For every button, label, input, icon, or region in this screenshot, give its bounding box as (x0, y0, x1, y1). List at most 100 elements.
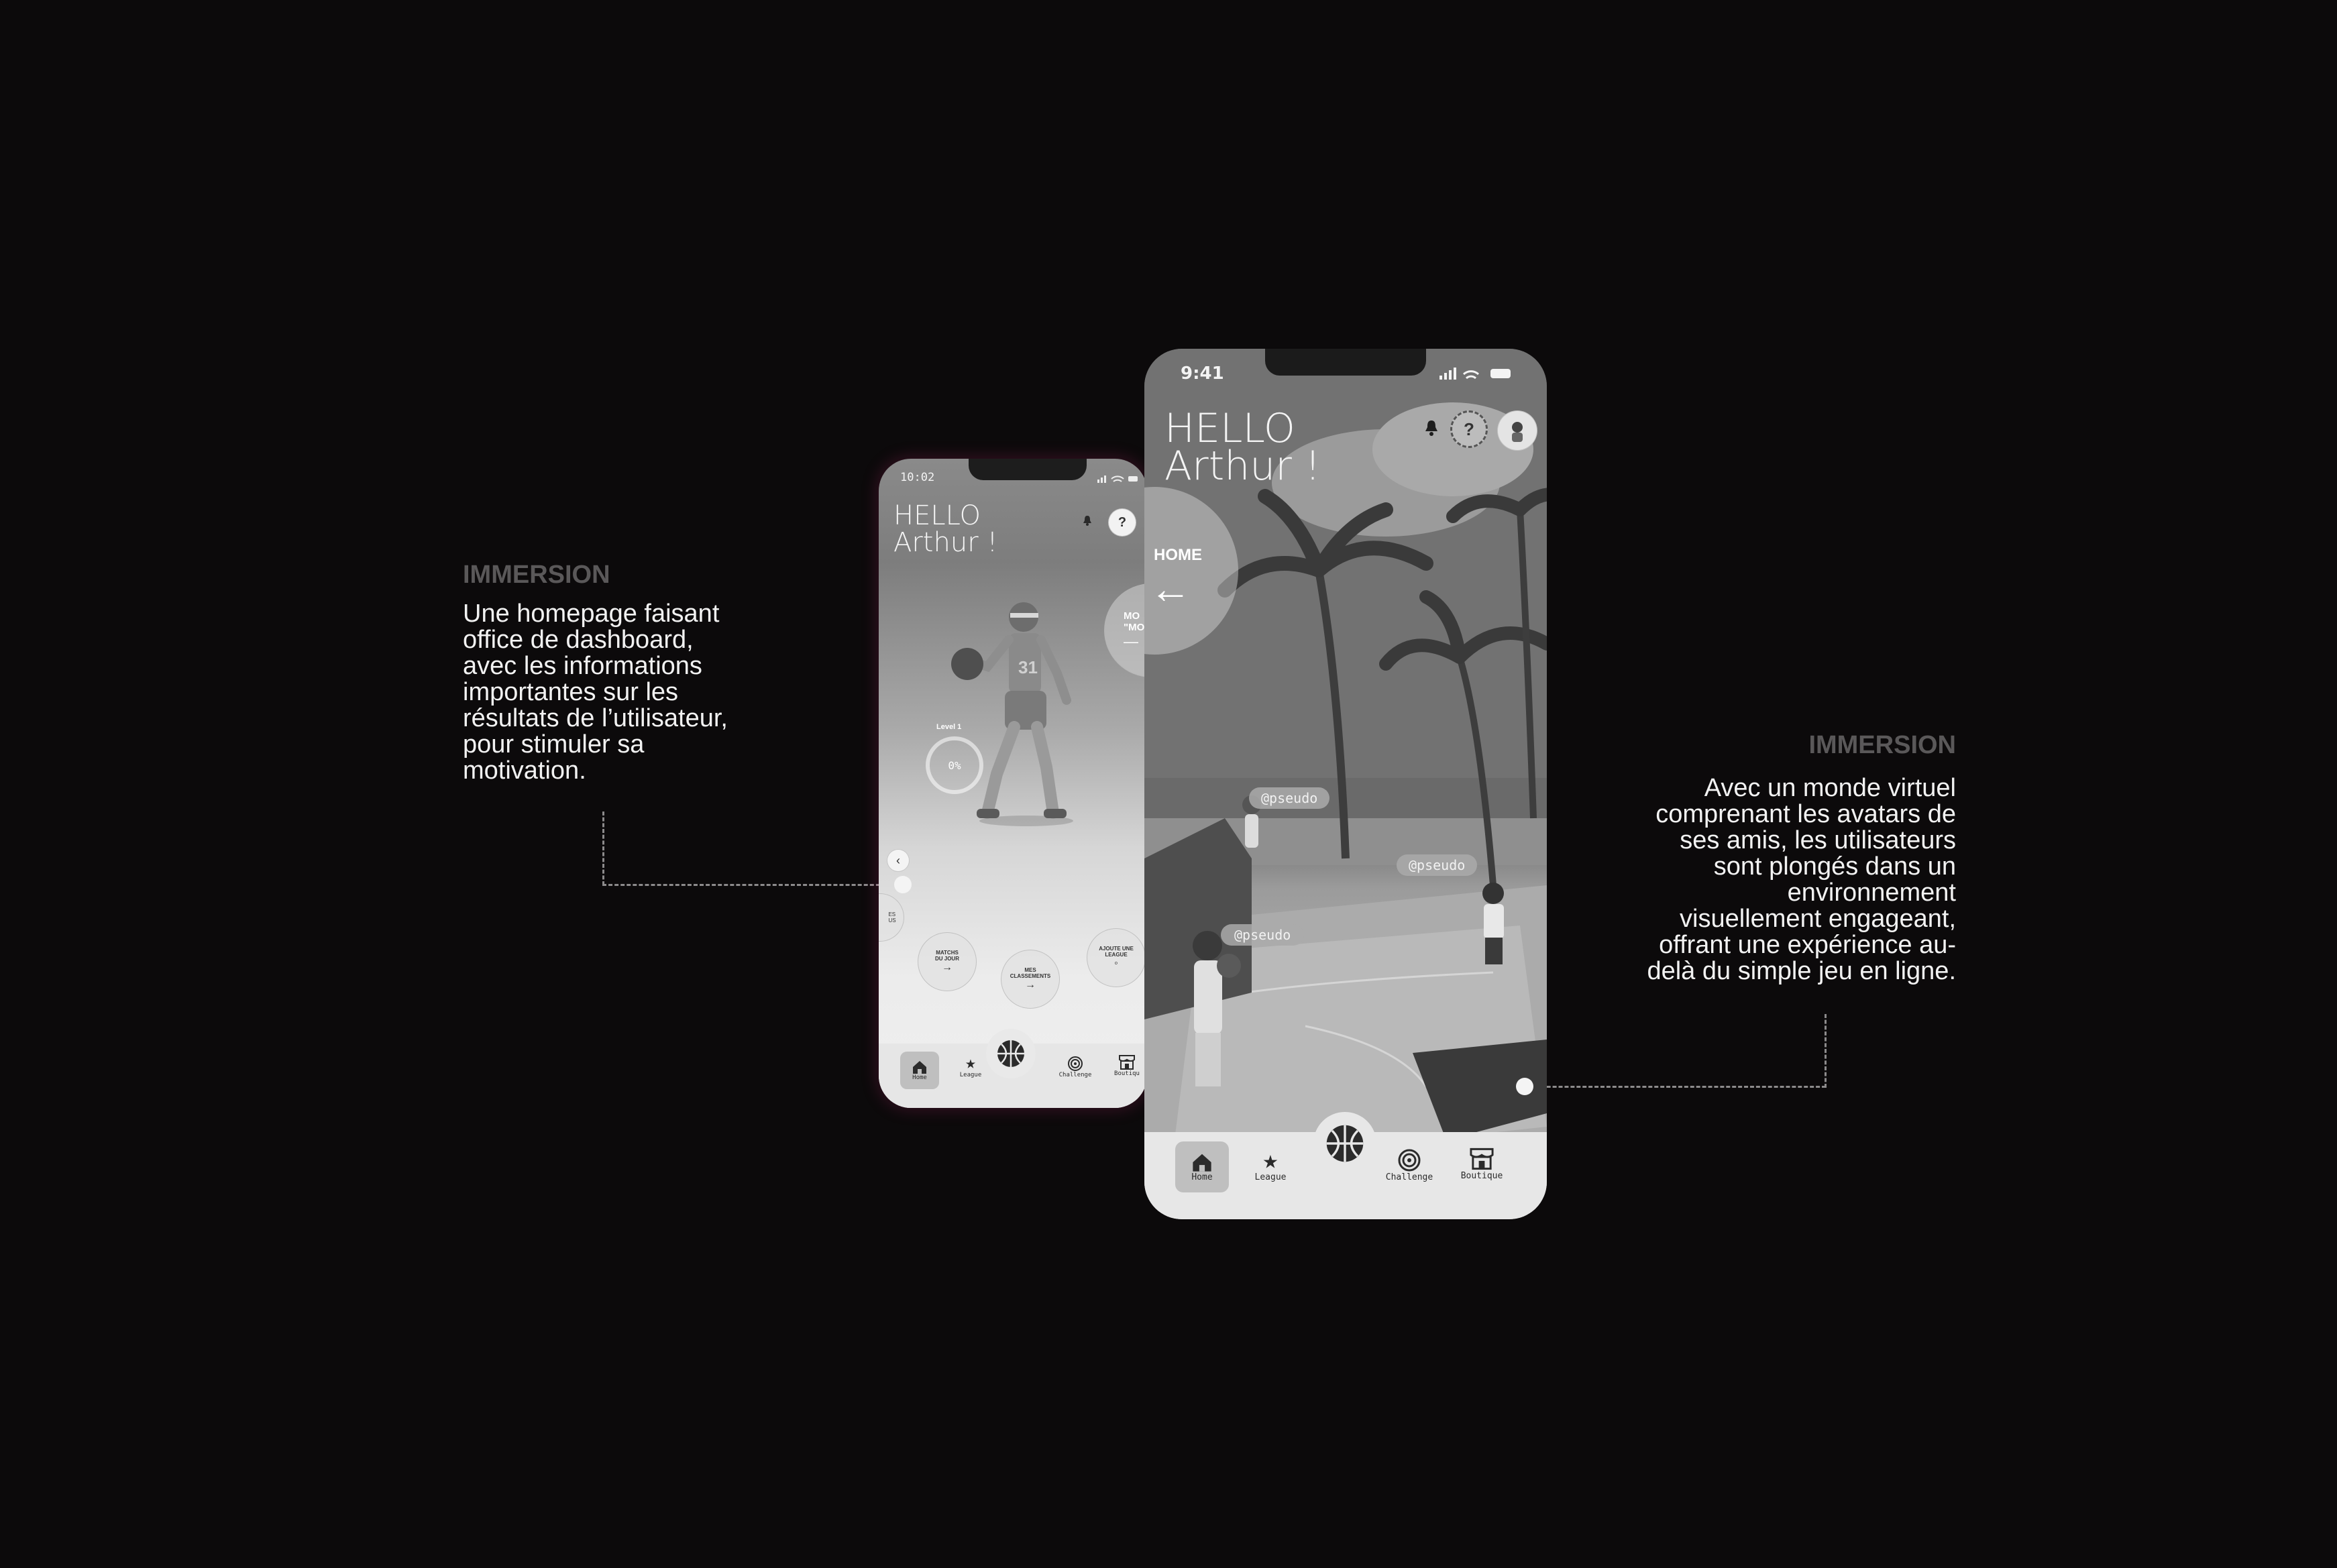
left-annotation-line: avec les informations (463, 652, 702, 680)
level-label: Level 1 (936, 723, 962, 731)
greeting-name: Arthur ! (1164, 443, 1321, 490)
star-icon: ★ (965, 1053, 976, 1073)
nav-league[interactable]: ★ League (951, 1054, 990, 1078)
mode-bubble-label: MO "MO (1124, 610, 1145, 633)
nav-label: Challenge (1058, 1072, 1092, 1078)
left-annotation-title: IMMERSION (463, 561, 610, 589)
basketball-icon (1326, 1125, 1364, 1162)
nav-label: Home (912, 1074, 927, 1081)
target-icon (1398, 1149, 1421, 1172)
pseudo-label: @pseudo (1234, 927, 1291, 943)
left-annotation-line: Une homepage faisant (463, 600, 720, 628)
partial-shortcut[interactable]: ES US (879, 893, 904, 942)
right-connector-vertical (1825, 1014, 1827, 1088)
shop-icon (1119, 1055, 1135, 1070)
basketball-center-button[interactable] (986, 1029, 1036, 1078)
nav-label: Boutiqu (1114, 1070, 1140, 1077)
left-annotation-line: pour stimuler sa (463, 730, 645, 759)
friend-pseudo-tag[interactable]: @pseudo (1221, 924, 1305, 946)
right-connector-dot (1516, 1078, 1533, 1095)
plus-icon: ◦ (1114, 958, 1118, 969)
right-annotation-title: IMMERSION (1808, 731, 1956, 759)
left-connector-vertical (602, 811, 604, 885)
greeting-name: Arthur ! (893, 527, 998, 558)
level-progress-ring: 0% (926, 736, 983, 794)
friend-pseudo-tag[interactable]: @pseudo (1397, 854, 1478, 876)
help-button[interactable]: ? (1108, 508, 1136, 537)
phone-notch (969, 459, 1087, 480)
pseudo-label: @pseudo (1261, 790, 1318, 806)
right-annotation-line: delà du simple jeu en ligne. (1647, 957, 1956, 985)
nav-label: Challenge (1385, 1172, 1433, 1182)
help-label: ? (1464, 418, 1474, 439)
nav-challenge[interactable]: Challenge (1379, 1148, 1439, 1182)
right-connector-horizontal (1523, 1086, 1826, 1088)
carousel-prev-button[interactable]: ‹ (887, 849, 910, 872)
left-connector-horizontal (602, 884, 892, 886)
profile-avatar-button[interactable] (1497, 410, 1537, 451)
nav-league[interactable]: ★ League (1244, 1147, 1297, 1182)
jersey-number: 31 (1018, 657, 1038, 677)
nav-challenge[interactable]: Challenge (1053, 1056, 1097, 1078)
home-icon (913, 1061, 926, 1074)
status-time: 9:41 (1181, 363, 1224, 384)
status-time: 10:02 (900, 471, 935, 484)
right-annotation-line: environnement (1787, 879, 1956, 907)
right-annotation-line: ses amis, les utilisateurs (1680, 826, 1956, 854)
signal-icon (1439, 368, 1513, 384)
avatar (1512, 422, 1523, 442)
right-annotation-line: sont plongés dans un (1713, 852, 1956, 881)
shortcut-label: AJOUTE UNE LEAGUE (1099, 946, 1134, 958)
home-icon (1193, 1154, 1211, 1172)
world-phone: 9:41 HELLO Arthur ! ? HOME ← @pseudo @ps… (1144, 349, 1547, 1219)
pseudo-label: @pseudo (1409, 857, 1466, 873)
help-button[interactable]: ? (1450, 410, 1488, 448)
bell-icon[interactable] (1083, 515, 1092, 526)
nav-label: League (1254, 1172, 1287, 1182)
left-annotation-line: résultats de l’utilisateur, (463, 704, 728, 732)
bell-icon[interactable] (1425, 420, 1438, 439)
basketball-center-button[interactable] (1313, 1112, 1376, 1175)
right-annotation-line: comprenant les avatars de (1655, 800, 1956, 828)
arrow-right-icon: → (942, 962, 953, 973)
help-label: ? (1118, 514, 1127, 530)
target-icon (1068, 1056, 1083, 1071)
nav-label: League (959, 1072, 982, 1078)
shortcut-label: MATCHS DU JOUR (934, 950, 959, 962)
player-avatar-image: 31 (939, 600, 1100, 828)
level-percent: 0% (948, 759, 961, 772)
left-annotation-body: Une homepage faisant office de dashboard… (463, 601, 728, 784)
shop-icon (1470, 1147, 1494, 1170)
chevron-left-icon: ‹ (896, 853, 900, 867)
arrow-right-icon: → (1025, 979, 1036, 991)
left-annotation-line: office de dashboard, (463, 626, 694, 654)
basketball-icon (997, 1040, 1024, 1067)
nav-boutique[interactable]: Boutique (1452, 1147, 1512, 1181)
partial-shortcut-label: ES US (888, 911, 896, 923)
shortcut-label: MES CLASSEMENTS (1010, 967, 1051, 979)
left-annotation-line: motivation. (463, 757, 586, 785)
nav-boutique[interactable]: Boutiqu (1107, 1054, 1147, 1077)
mode-bubble-arrow: — (1124, 633, 1138, 650)
phone-notch (1265, 349, 1426, 376)
nav-label: Boutique (1460, 1171, 1503, 1181)
mode-bubble[interactable]: MO "MO — (1104, 583, 1147, 677)
nav-home[interactable]: Home (900, 1052, 939, 1089)
nav-label: Home (1191, 1172, 1213, 1182)
signal-icon (1097, 473, 1138, 486)
arrow-left-icon: ← (1150, 566, 1191, 612)
star-icon: ★ (1262, 1145, 1279, 1174)
home-label: HOME (1154, 546, 1202, 564)
right-annotation-line: visuellement engageant, (1680, 905, 1956, 933)
shortcut-mes-classements[interactable]: MES CLASSEMENTS → (1001, 950, 1060, 1009)
nav-home[interactable]: Home (1175, 1141, 1229, 1192)
shortcut-matchs-du-jour[interactable]: MATCHS DU JOUR → (918, 932, 977, 991)
shortcut-ajoute-league[interactable]: AJOUTE UNE LEAGUE ◦ (1087, 928, 1146, 987)
right-annotation-line: Avec un monde virtuel (1704, 774, 1956, 802)
left-annotation-line: importantes sur les (463, 678, 679, 706)
dashboard-phone: 10:02 HELLO Arthur ! ? MO "MO — 31 Level… (879, 459, 1147, 1108)
greeting-hello: HELLO (893, 500, 981, 531)
friend-pseudo-tag[interactable]: @pseudo (1249, 787, 1330, 809)
left-connector-dot (894, 876, 912, 893)
right-annotation-body: Avec un monde virtuel comprenant les ava… (1647, 775, 1956, 985)
